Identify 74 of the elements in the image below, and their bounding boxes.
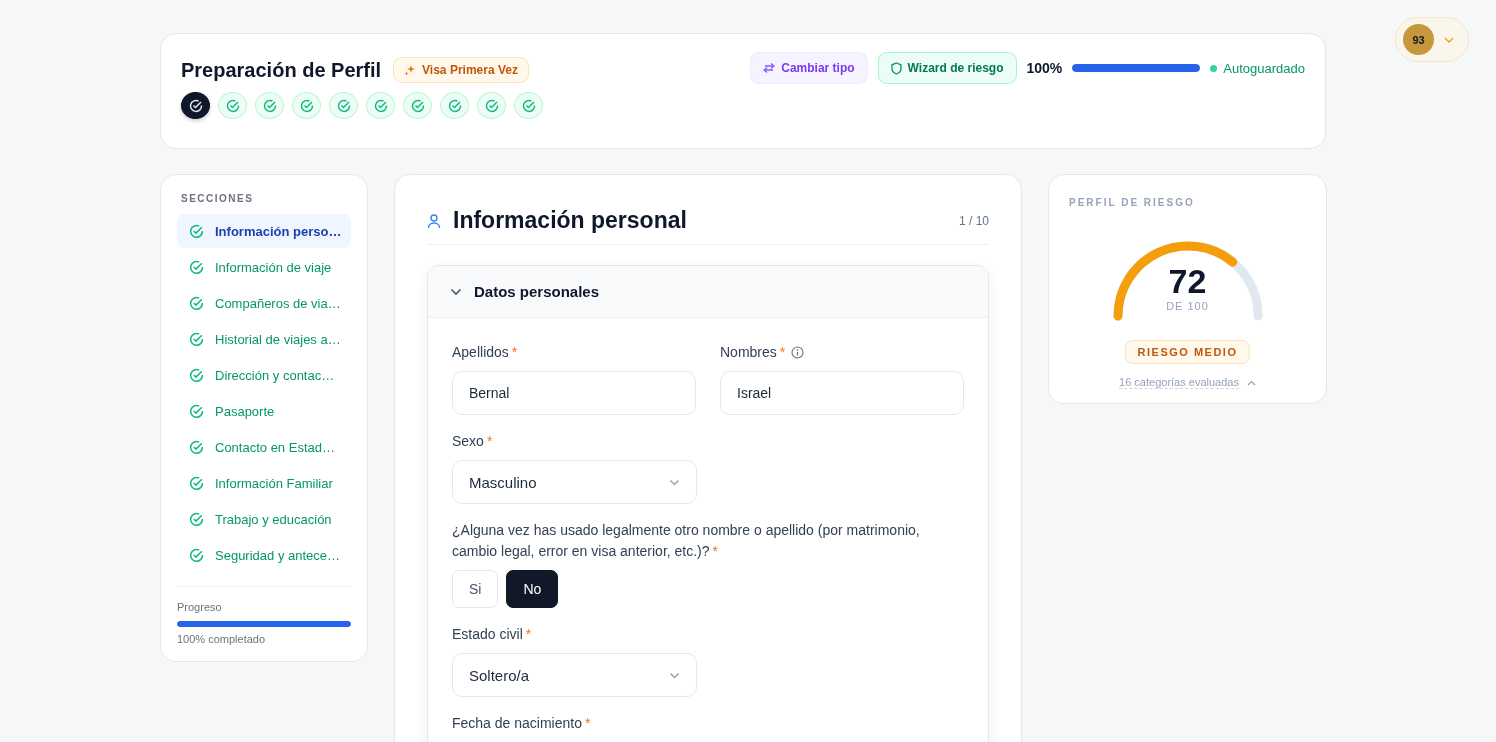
step-button[interactable] <box>181 92 210 119</box>
section-item[interactable]: Información de viaje <box>177 250 351 284</box>
info-icon[interactable] <box>791 346 805 359</box>
section-label: Información perso… <box>215 223 342 239</box>
section-label: Contacto en Estad… <box>215 439 335 455</box>
save-status: Autoguardado <box>1223 60 1305 76</box>
section-item[interactable]: Historial de viajes a… <box>177 322 351 356</box>
check-circle-icon <box>225 98 240 113</box>
caret-icon <box>1444 36 1454 43</box>
status-dot <box>1210 64 1218 72</box>
chevron-up-icon <box>1246 379 1256 386</box>
option-button[interactable]: No <box>506 570 559 608</box>
check-circle-icon <box>373 98 388 113</box>
chevron-icon <box>450 287 462 296</box>
progress-label: Progreso <box>177 601 223 613</box>
section-label: Información de viaje <box>215 259 332 275</box>
select-field[interactable]: Soltero/a <box>452 653 697 697</box>
categories-toggle[interactable]: 16 categorías evaluadas <box>1119 376 1256 389</box>
field-label: Apellidos * <box>452 343 518 362</box>
user-menu[interactable]: 93 <box>1395 17 1469 62</box>
section-counter: 1 / 10 <box>958 213 989 228</box>
check-circle-icon <box>410 98 425 113</box>
check-circle-icon <box>336 98 351 113</box>
risk-wizard-button[interactable]: Wizard de riesgo <box>877 52 1017 84</box>
change-type-button[interactable]: Cambiar tipo <box>750 52 868 84</box>
section-label: Seguridad y antece… <box>215 547 341 563</box>
field-label: Nombres * <box>720 343 786 362</box>
group-title: Datos personales <box>474 283 600 300</box>
field-label: ¿Alguna vez has usado legalmente otro nombre o apellido (por matrimonio, cambio legal, error en visa anterior, etc.)? * <box>452 521 921 561</box>
section-label: Pasaporte <box>215 403 275 419</box>
option-button[interactable]: Si <box>452 570 499 608</box>
check-circle-icon <box>447 98 462 113</box>
shield-icon <box>890 61 902 75</box>
panel-title: PERFIL DE RIESGO <box>1069 197 1195 208</box>
swap-arrows-icon <box>763 62 776 74</box>
section-label: Historial de viajes a… <box>215 331 341 347</box>
risk-level-badge: RIESGO MEDIO <box>1124 340 1251 364</box>
section-item[interactable]: Seguridad y antece… <box>177 538 351 572</box>
group-header[interactable]: Datos personales <box>428 266 988 318</box>
chevron-down-icon <box>669 478 680 486</box>
text-field[interactable]: Bernal <box>452 371 696 415</box>
section-item[interactable]: Información Familiar <box>177 466 351 500</box>
section-item[interactable]: Información perso… <box>177 214 351 248</box>
progress-percent: 100% <box>1026 60 1063 76</box>
section-item[interactable]: Contacto en Estad… <box>177 430 351 464</box>
section-label: Información Familiar <box>215 475 333 491</box>
check-circle-icon <box>521 98 536 113</box>
field-label: Sexo * <box>452 432 493 451</box>
section-item[interactable]: Trabajo y educación <box>177 502 351 536</box>
badge-label: Visa Primera Vez <box>422 63 518 77</box>
text-field[interactable]: Israel <box>720 371 964 415</box>
page-title: Preparación de Perfil <box>181 58 382 82</box>
section-item[interactable]: Compañeros de via… <box>177 286 351 320</box>
check-circle-icon <box>188 98 203 113</box>
sparkles-icon <box>404 64 417 76</box>
section-title: Información personal <box>453 207 688 234</box>
section-label: Trabajo y educación <box>215 511 332 527</box>
section-label: Compañeros de via… <box>215 295 341 311</box>
progress-text: 100% completado <box>177 633 267 645</box>
check-circle-icon <box>299 98 314 113</box>
risk-score: 72 <box>1168 262 1207 300</box>
section-item[interactable]: Dirección y contac… <box>177 358 351 392</box>
chevron-down-icon <box>669 671 680 679</box>
section-label: Dirección y contac… <box>215 367 335 383</box>
panel-title: SECCIONES <box>180 193 255 204</box>
field-label: Fecha de nacimiento * <box>452 714 591 733</box>
risk-scale: DE 100 <box>1166 300 1209 312</box>
check-circle-icon <box>484 98 499 113</box>
user-icon <box>427 212 441 229</box>
check-circle-icon <box>262 98 277 113</box>
user-score: 93 <box>1403 24 1434 55</box>
section-item[interactable]: Pasaporte <box>177 394 351 428</box>
field-label: Estado civil * <box>452 625 532 644</box>
select-field[interactable]: Masculino <box>452 460 697 504</box>
